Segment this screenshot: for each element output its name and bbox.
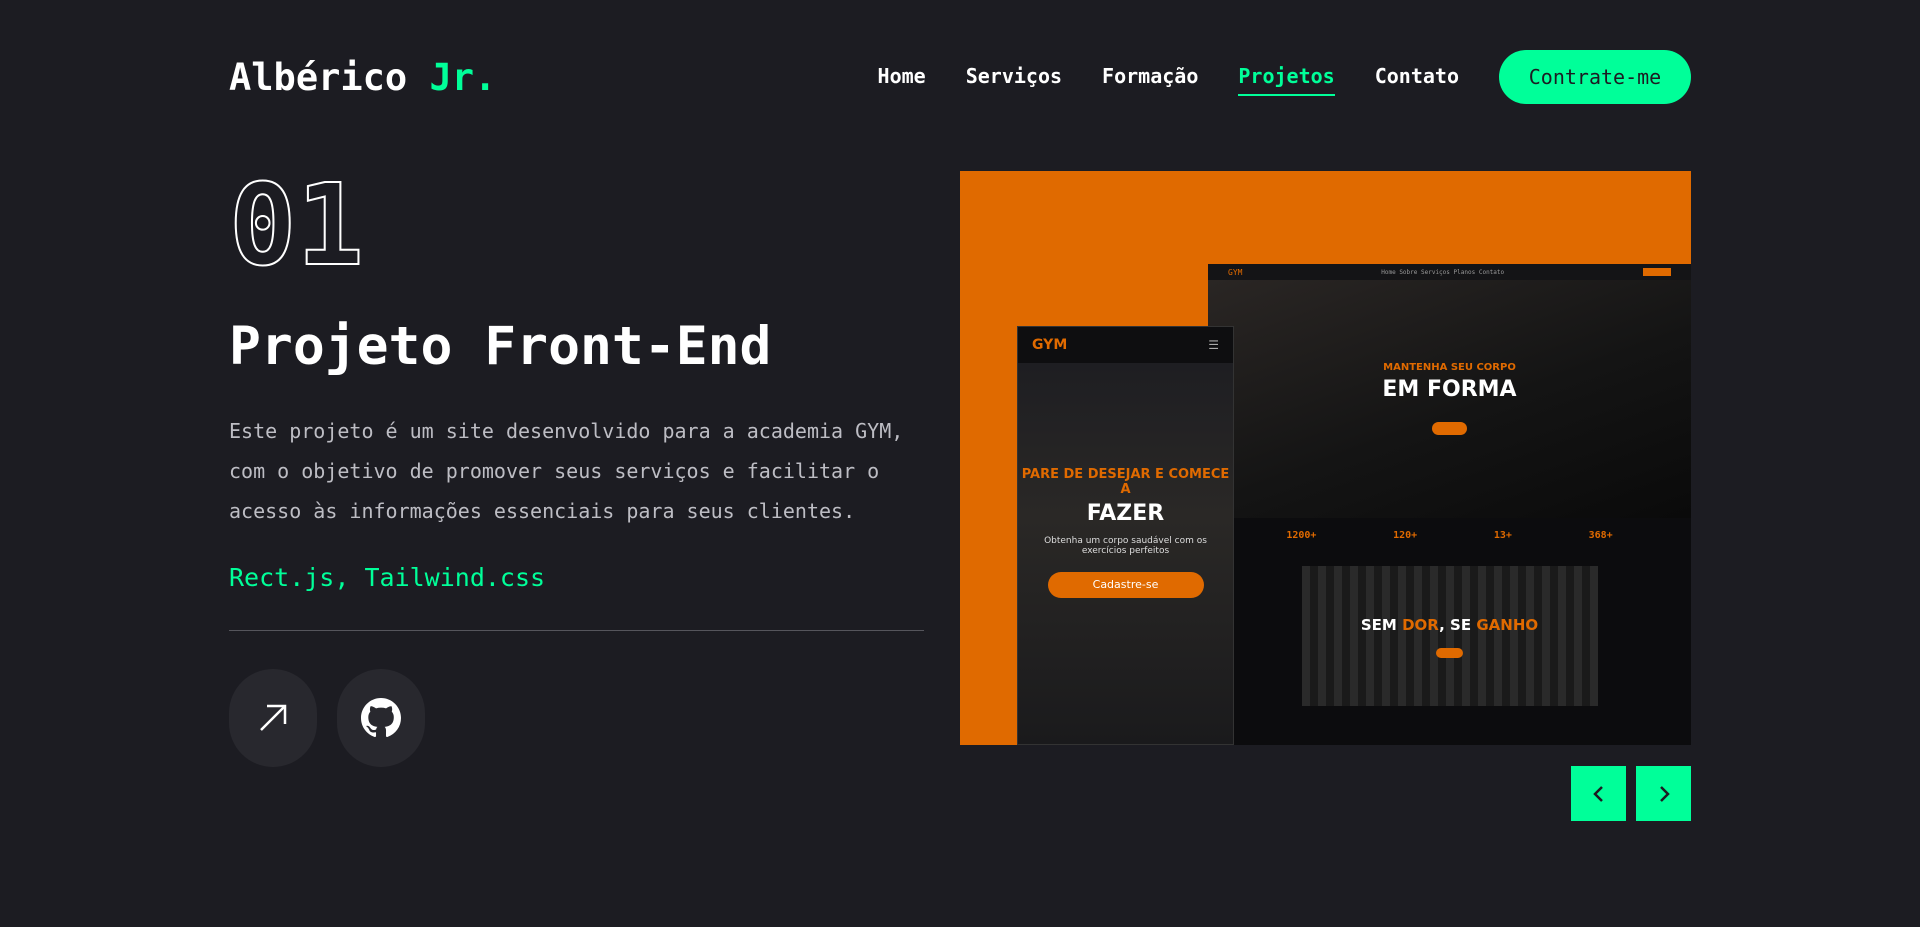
desktop-nav-item: Planos — [1453, 268, 1476, 276]
logo-accent: Jr. — [429, 56, 497, 99]
slider-controls — [1571, 766, 1691, 821]
stat: 368+ — [1588, 530, 1613, 541]
live-demo-button[interactable] — [229, 669, 317, 767]
desktop-nav-item: Home — [1381, 268, 1396, 276]
desktop-stats: 1200+ 120+ 13+ 368+ — [1208, 518, 1691, 566]
project-number: 01 — [228, 161, 365, 291]
project-title: Projeto Front-End — [229, 316, 772, 377]
desktop-mockup-nav: GYM Home Sobre Serviços Planos Contato — [1208, 264, 1691, 280]
stat: 120+ — [1393, 530, 1418, 541]
logo[interactable]: Albérico Jr. — [229, 56, 496, 99]
nav-contato[interactable]: Contato — [1375, 64, 1459, 96]
site-header: Albérico Jr. Home Serviços Formação Proj… — [229, 50, 1691, 106]
next-slide-button[interactable] — [1636, 766, 1691, 821]
mobile-kicker: PARE DE DESEJAR E COMECE A — [1021, 467, 1230, 497]
desktop-hero: MANTENHA SEU CORPO EM FORMA — [1208, 280, 1691, 518]
mobile-mockup-nav: GYM ☰ — [1018, 327, 1233, 363]
logo-name: Albérico — [229, 56, 408, 99]
project-preview: GYM Home Sobre Serviços Planos Contato M… — [960, 171, 1691, 745]
chevron-left-icon — [1592, 785, 1603, 802]
mobile-hero: PARE DE DESEJAR E COMECE A FAZER Obtenha… — [1018, 363, 1233, 744]
nav-servicos[interactable]: Serviços — [966, 64, 1062, 96]
desktop-nav-item: Contato — [1478, 268, 1505, 276]
desktop-nav-item: Serviços — [1421, 268, 1450, 276]
desktop-hero-button — [1431, 422, 1468, 435]
hamburger-icon: ☰ — [1208, 338, 1219, 352]
stat: 1200+ — [1286, 530, 1317, 541]
mobile-signup-button: Cadastre-se — [1047, 572, 1204, 598]
desktop-logo: GYM — [1228, 267, 1243, 277]
divider — [229, 630, 924, 631]
github-icon — [361, 698, 401, 738]
desktop-gym-banner: SEM DOR, SE GANHO — [1301, 566, 1598, 706]
project-description: Este projeto é um site desenvolvido para… — [229, 419, 904, 523]
project-info: 01 Projeto Front-End Este projeto é um s… — [228, 161, 924, 767]
desktop-headline: EM FORMA — [1382, 377, 1517, 402]
arrow-up-right-icon — [260, 704, 287, 731]
mobile-subtitle: Obtenha um corpo saudável com os exercíc… — [1044, 536, 1207, 556]
mobile-logo: GYM — [1032, 337, 1068, 353]
desktop-kicker: MANTENHA SEU CORPO — [1383, 362, 1516, 373]
desktop-mockup: GYM Home Sobre Serviços Planos Contato M… — [1208, 264, 1691, 745]
chevron-right-icon — [1659, 785, 1670, 802]
project-actions — [229, 669, 924, 767]
nav-home[interactable]: Home — [878, 64, 926, 96]
mobile-headline: FAZER — [1086, 501, 1165, 526]
nav-formacao[interactable]: Formação — [1102, 64, 1198, 96]
main-nav: Home Serviços Formação Projetos Contato — [878, 64, 1459, 96]
nav-projetos[interactable]: Projetos — [1238, 64, 1335, 96]
stat: 13+ — [1493, 530, 1512, 541]
hire-button[interactable]: Contrate-me — [1499, 50, 1691, 104]
desktop-nav-item: Sobre — [1399, 268, 1418, 276]
prev-slide-button[interactable] — [1571, 766, 1626, 821]
desktop-cta — [1642, 268, 1671, 276]
project-stack: Rect.js, Tailwind.css — [229, 563, 546, 592]
github-button[interactable] — [337, 669, 425, 767]
mobile-mockup: GYM ☰ PARE DE DESEJAR E COMECE A FAZER O… — [1017, 326, 1234, 745]
